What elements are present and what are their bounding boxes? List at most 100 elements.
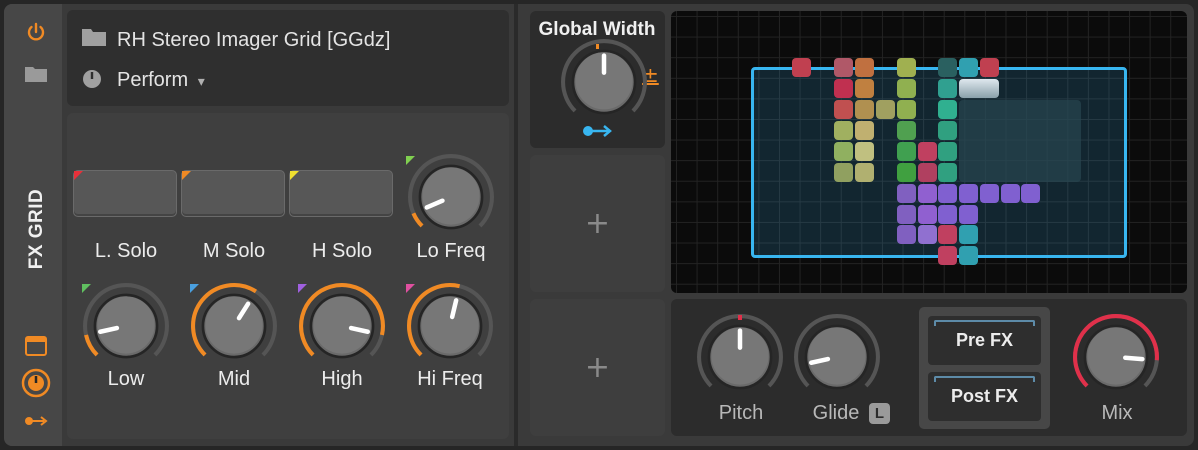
grid-cell[interactable] (855, 121, 874, 140)
grid-cell[interactable] (897, 205, 916, 224)
grid-cell[interactable] (792, 58, 811, 77)
grid-cell[interactable] (959, 205, 978, 224)
grid-cell[interactable] (834, 142, 853, 161)
grid-cell[interactable] (876, 100, 895, 119)
grid-cell[interactable] (980, 58, 999, 77)
grid-cell[interactable] (897, 142, 916, 161)
pre-fx-label: Pre FX (955, 330, 1014, 350)
routing-bar (934, 320, 1035, 326)
h-solo-button[interactable] (289, 170, 393, 217)
grid-cell[interactable] (938, 58, 957, 77)
macro-knob-icon[interactable] (21, 368, 51, 398)
post-fx-button[interactable]: Post FX (928, 372, 1041, 421)
grid-cell[interactable] (938, 246, 957, 265)
low-knob[interactable] (81, 281, 171, 371)
mix-knob[interactable] (1071, 312, 1161, 402)
grid-cell[interactable] (1021, 184, 1040, 203)
m-solo-label: M Solo (202, 240, 266, 262)
grid-cell[interactable] (918, 163, 937, 182)
grid-cell[interactable] (938, 79, 957, 98)
grid-cell[interactable] (918, 225, 937, 244)
glide-knob[interactable] (792, 312, 882, 402)
panel-divider (514, 4, 518, 446)
mod-indicator (298, 284, 307, 293)
grid-cell[interactable] (959, 246, 978, 265)
mod-indicator (406, 156, 415, 165)
glide-label: Glide (812, 402, 860, 424)
mod-indicator (290, 171, 299, 180)
hi-freq-knob[interactable] (405, 281, 495, 371)
grid-cell[interactable] (834, 79, 853, 98)
routing-bar (934, 376, 1035, 382)
device-name[interactable]: RH Stereo Imager Grid [GGdz] (117, 29, 390, 52)
folder-icon[interactable] (24, 62, 48, 86)
mid-knob[interactable] (189, 281, 279, 371)
mod-indicator (82, 284, 91, 293)
folder-icon[interactable] (81, 26, 107, 53)
grid-cell[interactable] (834, 100, 853, 119)
mod-indicator (190, 284, 199, 293)
chevron-down-icon: ▾ (197, 74, 205, 90)
grid-cell[interactable] (938, 142, 957, 161)
grid-cell[interactable] (855, 142, 874, 161)
device-header: RH Stereo Imager Grid [GGdz] Perform ▾ (67, 10, 509, 106)
grid-cell[interactable] (855, 79, 874, 98)
pitch-knob[interactable] (695, 312, 785, 402)
grid-module-wide[interactable] (959, 79, 999, 98)
mod-indicator (182, 171, 191, 180)
fx-grid-canvas[interactable] (671, 11, 1187, 293)
add-fx-slot[interactable]: + (530, 299, 665, 436)
preset-selector[interactable]: Perform ▾ (117, 69, 205, 92)
low-label: Low (107, 368, 145, 390)
glide-link-badge[interactable]: L (869, 403, 890, 424)
grid-cell[interactable] (897, 100, 916, 119)
grid-cell[interactable] (959, 184, 978, 203)
grid-cell[interactable] (938, 121, 957, 140)
grid-cell[interactable] (897, 225, 916, 244)
l-solo-button[interactable] (73, 170, 177, 217)
grid-cell[interactable] (918, 205, 937, 224)
grid-cell[interactable] (959, 58, 978, 77)
high-label: High (321, 368, 363, 390)
lo-freq-knob[interactable] (406, 152, 496, 242)
grid-cell[interactable] (897, 184, 916, 203)
grid-cell[interactable] (897, 79, 916, 98)
grid-cell[interactable] (938, 184, 957, 203)
pre-fx-button[interactable]: Pre FX (928, 316, 1041, 365)
mod-indicator (406, 284, 415, 293)
grid-cell[interactable] (834, 121, 853, 140)
hi-freq-label: Hi Freq (417, 368, 483, 390)
grid-cell[interactable] (834, 58, 853, 77)
grid-cell[interactable] (855, 58, 874, 77)
window-icon[interactable] (24, 334, 48, 358)
grid-module-block[interactable] (959, 100, 1081, 182)
grid-cell[interactable] (834, 163, 853, 182)
mix-label: Mix (1101, 402, 1133, 424)
grid-cell[interactable] (980, 184, 999, 203)
grid-cell[interactable] (938, 100, 957, 119)
power-icon[interactable] (24, 20, 48, 44)
grid-cell[interactable] (1001, 184, 1020, 203)
add-fx-slot[interactable]: + (530, 155, 665, 292)
m-solo-button[interactable] (181, 170, 285, 217)
grid-cell[interactable] (938, 205, 957, 224)
grid-cell[interactable] (918, 184, 937, 203)
grid-cell[interactable] (855, 100, 874, 119)
preset-name: Perform (117, 69, 189, 91)
lo-freq-label: Lo Freq (416, 240, 486, 262)
grid-cell[interactable] (959, 225, 978, 244)
device-sidebar: FX GRID (4, 4, 62, 446)
pitch-center-marker (738, 315, 742, 320)
grid-cell[interactable] (897, 121, 916, 140)
grid-cell[interactable] (897, 58, 916, 77)
post-fx-label: Post FX (950, 386, 1018, 406)
high-knob[interactable] (297, 281, 387, 371)
grid-cell[interactable] (938, 225, 957, 244)
grid-cell[interactable] (897, 163, 916, 182)
modulator-icon[interactable] (24, 414, 48, 428)
global-width-knob[interactable] (559, 37, 647, 115)
l-solo-label: L. Solo (94, 240, 158, 262)
grid-cell[interactable] (918, 142, 937, 161)
grid-cell[interactable] (855, 163, 874, 182)
grid-cell[interactable] (938, 163, 957, 182)
